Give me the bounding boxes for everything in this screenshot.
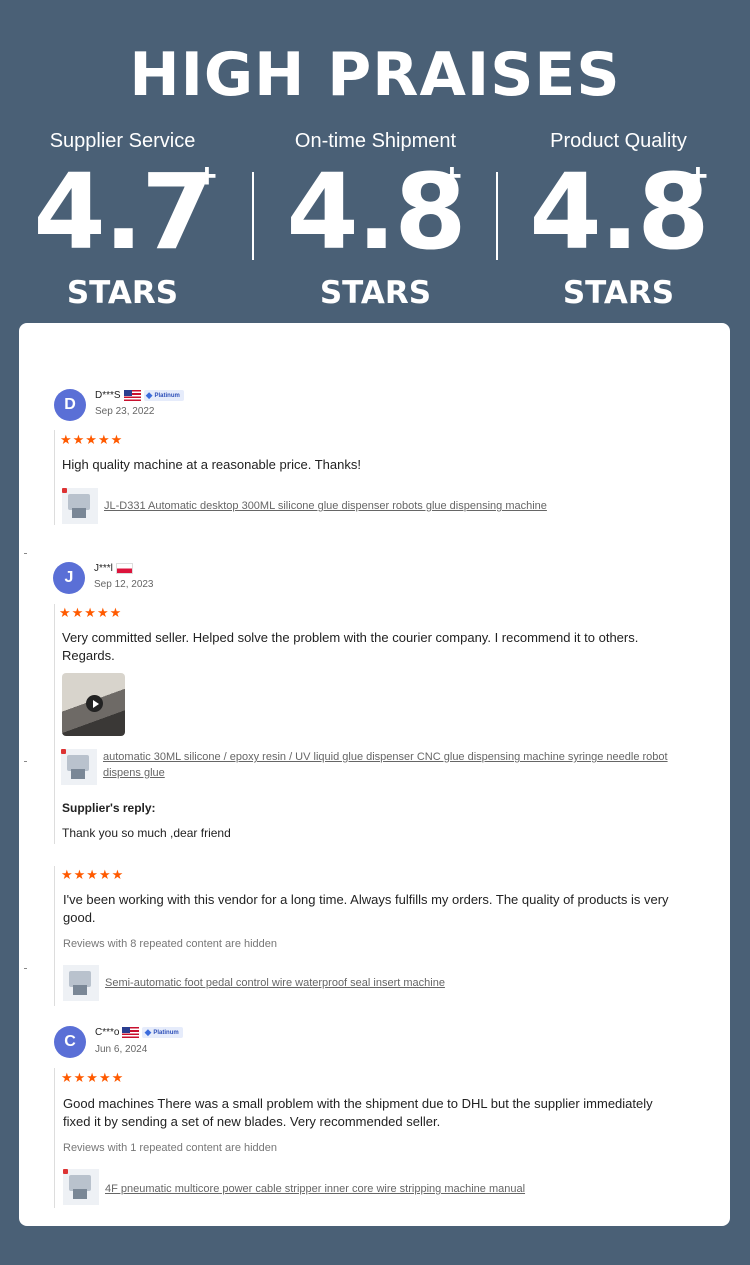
play-icon[interactable] [86,695,103,712]
review-text: Very committed seller. Helped solve the … [62,630,639,663]
flag-pl-icon [115,563,133,574]
stat-unit: STARS [66,275,179,311]
plus-sign: + [442,157,462,195]
star-rating: ★★★★★ [60,432,124,447]
diamond-icon: ◆ [144,1027,152,1037]
reviewer-name: D***S [95,390,121,401]
flag-us-icon [123,390,141,401]
star-rating: ★★★★★ [61,1070,125,1085]
review-rule [54,604,55,844]
supplier-reply-title: Supplier's reply: [62,801,156,815]
reviewer-name: J***l [94,563,113,574]
review-product[interactable]: Semi-automatic foot pedal control wire w… [63,965,445,1001]
stat-value: 4.8 [529,151,709,273]
separator-mark [24,553,27,554]
stat-label: Supplier Service [49,130,196,152]
stat-supplier-service: Supplier Service 4.7 + STARS [0,130,245,311]
review-video[interactable] [62,673,125,736]
platinum-badge: ◆ Platinum [143,390,184,401]
stat-unit: STARS [319,275,432,311]
reviewer-name: C***o [95,1027,120,1038]
product-link[interactable]: JL-D331 Automatic desktop 300ML silicone… [104,498,547,514]
hidden-reviews-note: Reviews with 1 repeated content are hidd… [63,1142,278,1154]
review-rule [54,866,55,1006]
product-thumbnail[interactable] [61,749,97,785]
review-rule [54,1068,55,1208]
plus-sign: + [197,157,217,195]
product-thumbnail[interactable] [63,965,99,1001]
review-product[interactable]: 4F pneumatic multicore power cable strip… [63,1169,525,1205]
avatar: D [54,389,86,421]
star-rating: ★★★★★ [59,605,123,620]
platinum-badge: ◆ Platinum [142,1027,183,1038]
product-link[interactable]: 4F pneumatic multicore power cable strip… [105,1181,525,1197]
avatar: J [53,562,85,594]
product-link[interactable]: automatic 30ML silicone / epoxy resin / … [103,749,683,781]
reviewer-line: C***o ◆ Platinum [95,1027,183,1038]
stat-on-time-shipment: On-time Shipment 4.8 + STARS [253,130,498,311]
avatar: C [54,1026,86,1058]
review-product[interactable]: JL-D331 Automatic desktop 300ML silicone… [62,488,547,524]
review-text: I've been working with this vendor for a… [63,892,669,925]
stat-unit: STARS [562,275,675,311]
review-date: Sep 12, 2023 [94,579,154,590]
stat-product-quality: Product Quality 4.8 + STARS [496,130,741,311]
review-date: Jun 6, 2024 [95,1044,148,1055]
reviewer-line: D***S ◆ Platinum [95,390,184,401]
review-rule [54,430,55,525]
supplier-reply-text: Thank you so much ,dear friend [62,826,231,840]
stat-label: Product Quality [550,130,687,152]
star-rating: ★★★★★ [61,867,125,882]
stat-value: 4.7 [33,151,213,273]
separator-mark [24,761,27,762]
stat-label: On-time Shipment [294,130,457,152]
review-text: Good machines There was a small problem … [63,1096,653,1129]
reviews-card: D D***S ◆ Platinum Sep 23, 2022 ★★★★★ Hig… [19,323,730,1226]
product-link[interactable]: Semi-automatic foot pedal control wire w… [105,975,445,991]
review-product[interactable]: automatic 30ML silicone / epoxy resin / … [61,749,683,785]
stat-value: 4.8 [286,151,466,273]
hidden-reviews-note: Reviews with 8 repeated content are hidd… [63,938,278,950]
plus-sign: + [688,157,708,195]
separator-mark [24,968,27,969]
review-text: High quality machine at a reasonable pri… [62,457,361,472]
page-title: HIGH PRAISES [129,40,621,110]
product-thumbnail[interactable] [62,488,98,524]
review-date: Sep 23, 2022 [95,406,155,417]
flag-us-icon [122,1027,140,1038]
diamond-icon: ◆ [145,390,153,400]
reviewer-line: J***l [94,563,133,574]
product-thumbnail[interactable] [63,1169,99,1205]
